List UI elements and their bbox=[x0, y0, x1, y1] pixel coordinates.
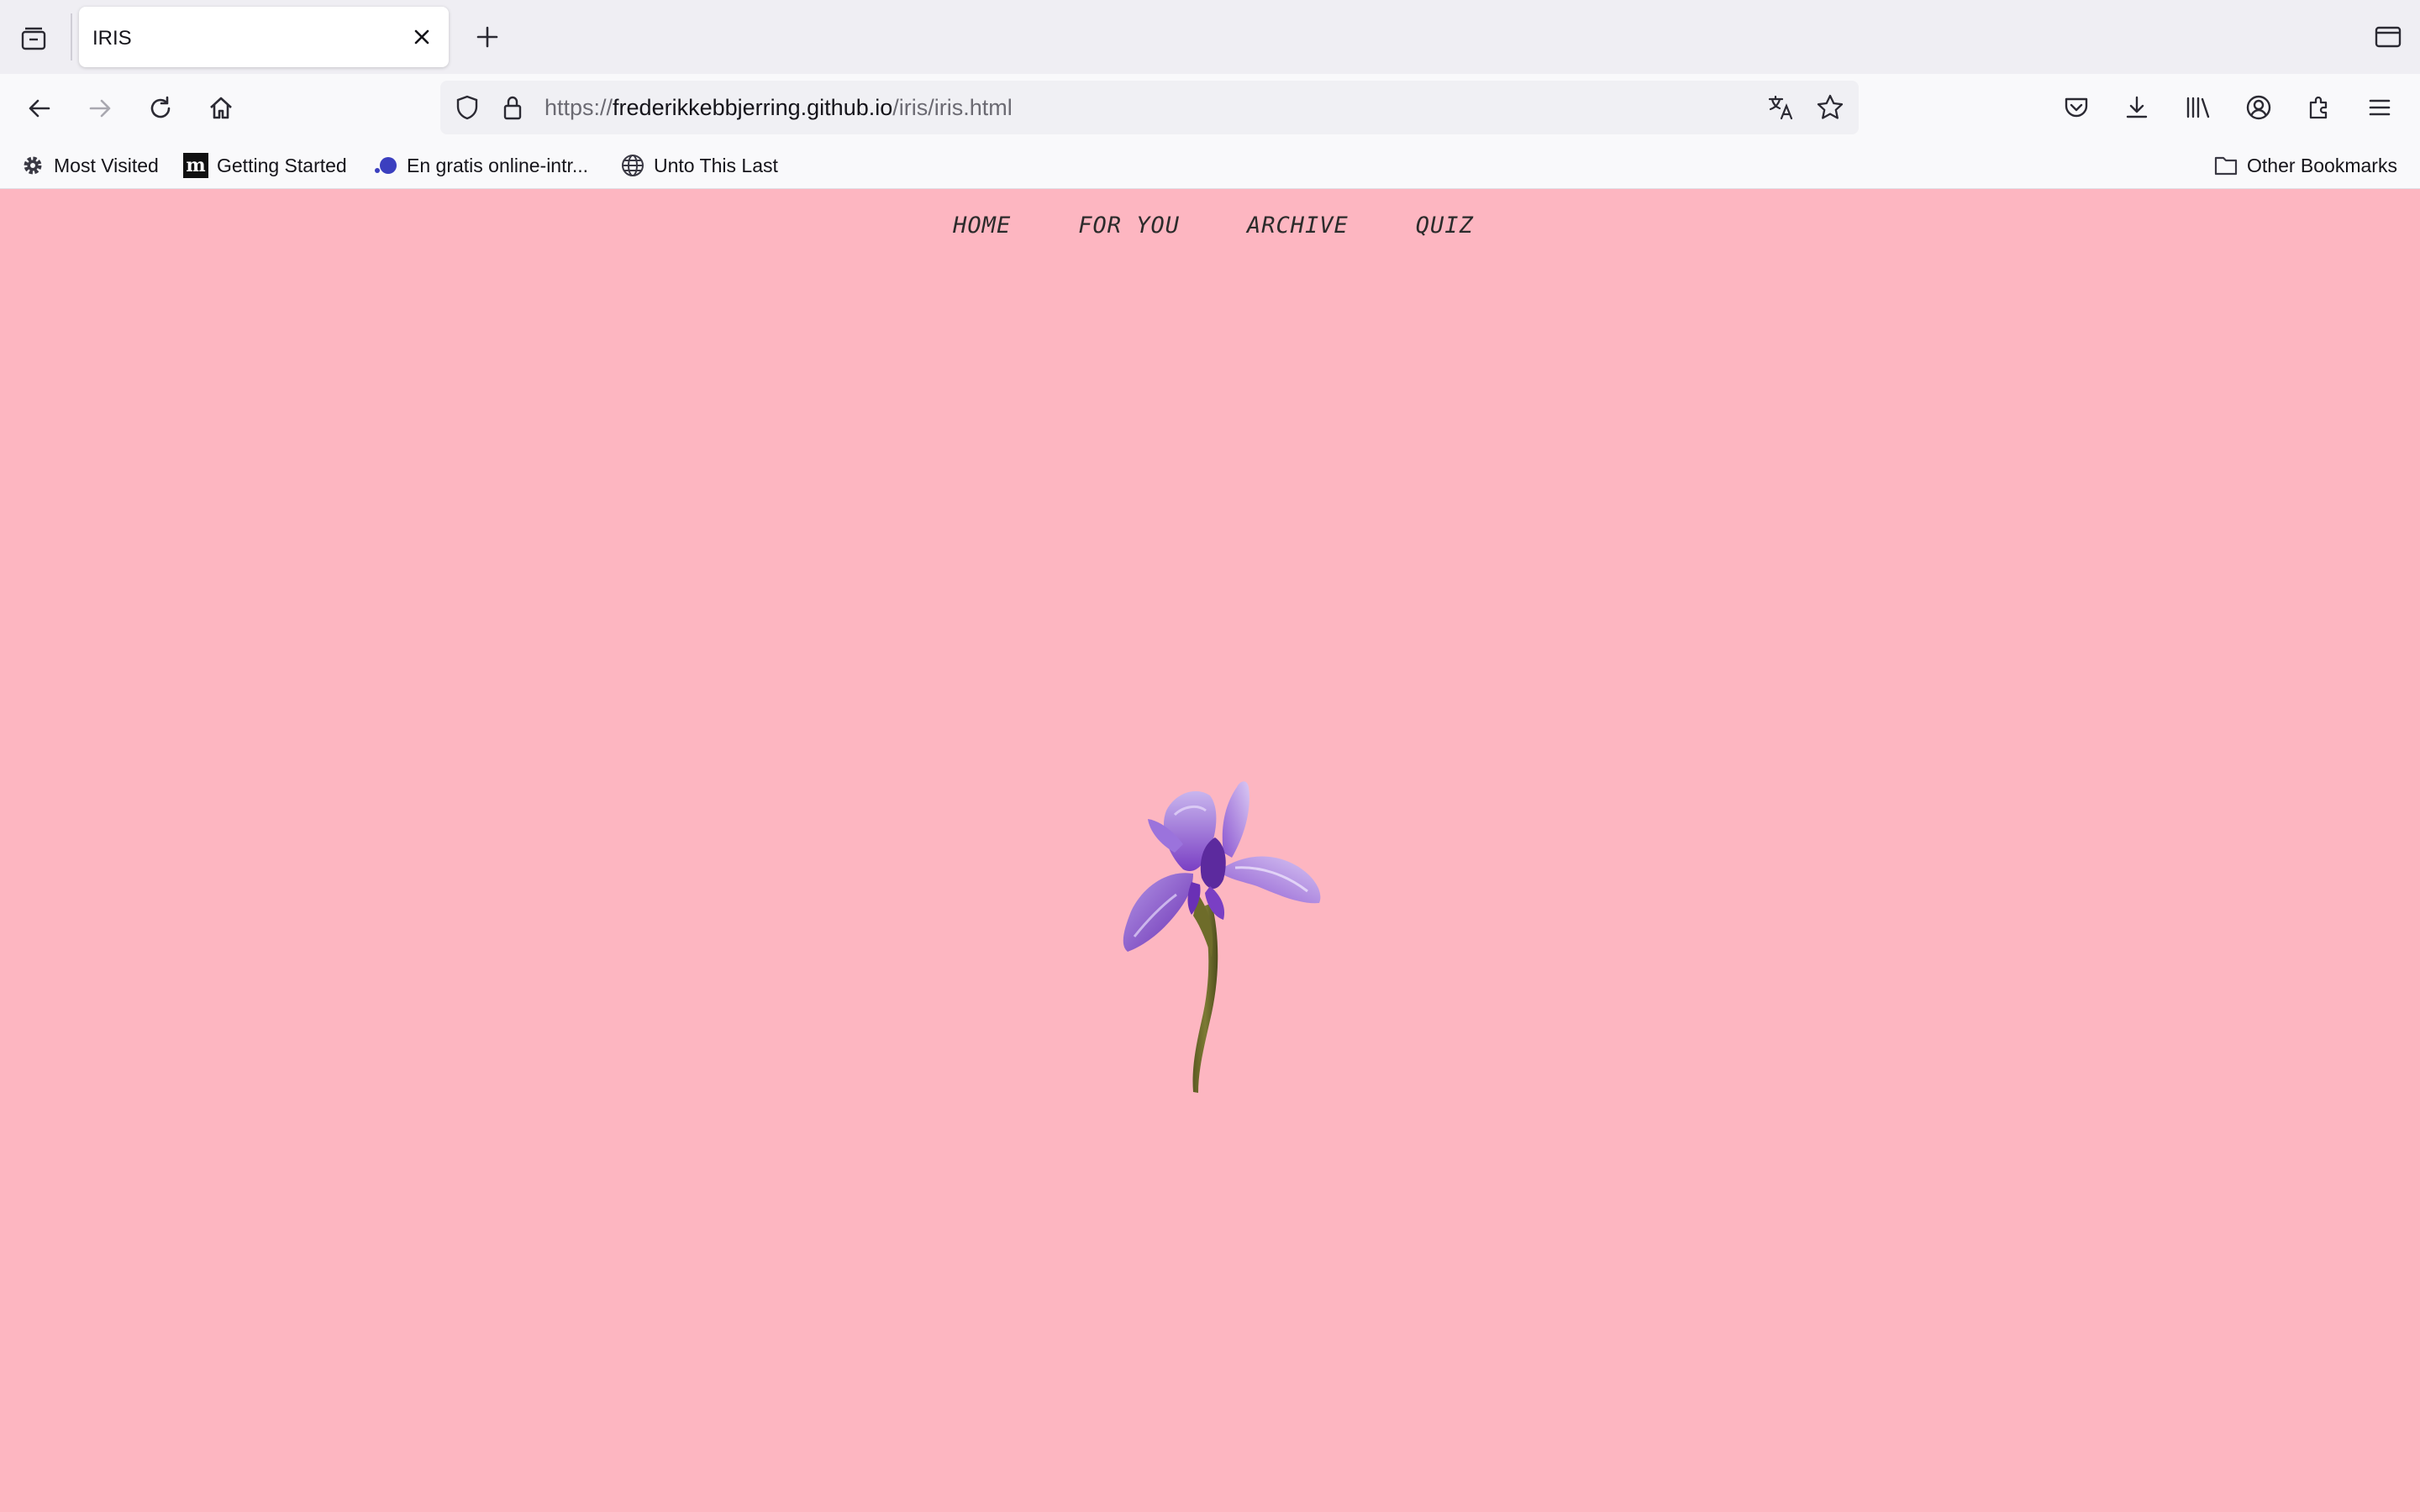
downloads-icon[interactable] bbox=[2117, 87, 2157, 128]
address-bar[interactable]: https://frederikkebbjerring.github.io/ir… bbox=[440, 81, 1859, 134]
url-text[interactable]: https://frederikkebbjerring.github.io/ir… bbox=[544, 95, 1013, 121]
nav-link-home[interactable]: HOME bbox=[953, 213, 1011, 239]
other-bookmarks[interactable]: Other Bookmarks bbox=[2213, 151, 2397, 180]
url-domain: frederikkebbjerring.github.io bbox=[613, 95, 893, 120]
bookmark-label: Most Visited bbox=[54, 154, 159, 176]
dot-logo-icon bbox=[373, 153, 398, 178]
bookmark-label: Getting Started bbox=[217, 154, 347, 176]
folder-icon bbox=[2213, 153, 2238, 178]
tab-separator bbox=[71, 13, 72, 60]
bookmark-label: En gratis online-intr... bbox=[407, 154, 589, 176]
tab-strip: IRIS bbox=[0, 0, 2420, 74]
bookmark-getting-started[interactable]: m Getting Started bbox=[183, 151, 347, 180]
svg-text:m: m bbox=[186, 155, 205, 176]
firefox-view-icon[interactable] bbox=[2370, 18, 2407, 55]
pocket-icon[interactable] bbox=[2056, 87, 2096, 128]
home-icon[interactable] bbox=[202, 89, 240, 128]
extensions-icon[interactable] bbox=[2299, 87, 2339, 128]
nav-link-quiz[interactable]: QUIZ bbox=[1416, 213, 1474, 239]
new-tab-plus-icon[interactable] bbox=[469, 18, 506, 55]
site-navigation: HOME FOR YOU ARCHIVE QUIZ bbox=[0, 213, 2420, 239]
gear-icon bbox=[20, 153, 45, 178]
tracking-protection-shield-icon[interactable] bbox=[452, 92, 482, 123]
back-arrow-icon[interactable] bbox=[20, 89, 59, 128]
navigation-toolbar: https://frederikkebbjerring.github.io/ir… bbox=[0, 74, 2420, 143]
bookmark-most-visited[interactable]: Most Visited bbox=[20, 151, 159, 180]
bookmark-label: Unto This Last bbox=[654, 154, 778, 176]
other-bookmarks-label: Other Bookmarks bbox=[2247, 154, 2397, 176]
bookmark-unto-this-last[interactable]: Unto This Last bbox=[620, 151, 778, 180]
account-icon[interactable] bbox=[2238, 87, 2279, 128]
forward-arrow-icon[interactable] bbox=[81, 89, 119, 128]
page-content: HOME FOR YOU ARCHIVE QUIZ bbox=[0, 189, 2420, 1512]
globe-icon bbox=[620, 153, 645, 178]
lock-icon[interactable] bbox=[497, 92, 528, 123]
browser-window: IRIS https://frederikkebbjerring.github.… bbox=[0, 0, 2420, 1512]
bookmark-en-gratis[interactable]: En gratis online-intr... bbox=[373, 151, 588, 180]
m-logo-icon: m bbox=[183, 153, 208, 178]
nav-link-for-you[interactable]: FOR YOU bbox=[1078, 213, 1180, 239]
iris-flower-image[interactable] bbox=[1076, 727, 1353, 1113]
close-icon[interactable] bbox=[407, 22, 437, 52]
menu-hamburger-icon[interactable] bbox=[2360, 87, 2400, 128]
tab-title: IRIS bbox=[92, 27, 132, 50]
url-scheme: https:// bbox=[544, 95, 613, 120]
url-path: /iris/iris.html bbox=[892, 95, 1013, 120]
translate-icon[interactable] bbox=[1766, 92, 1797, 123]
tab-list-icon[interactable] bbox=[15, 20, 52, 57]
reload-icon[interactable] bbox=[141, 89, 180, 128]
library-icon[interactable] bbox=[2178, 87, 2218, 128]
nav-link-archive[interactable]: ARCHIVE bbox=[1247, 213, 1349, 239]
bookmark-star-icon[interactable] bbox=[1815, 92, 1845, 123]
bookmarks-toolbar: Most Visited m Getting Started En gratis… bbox=[0, 143, 2420, 189]
tab-active[interactable]: IRIS bbox=[79, 7, 449, 67]
